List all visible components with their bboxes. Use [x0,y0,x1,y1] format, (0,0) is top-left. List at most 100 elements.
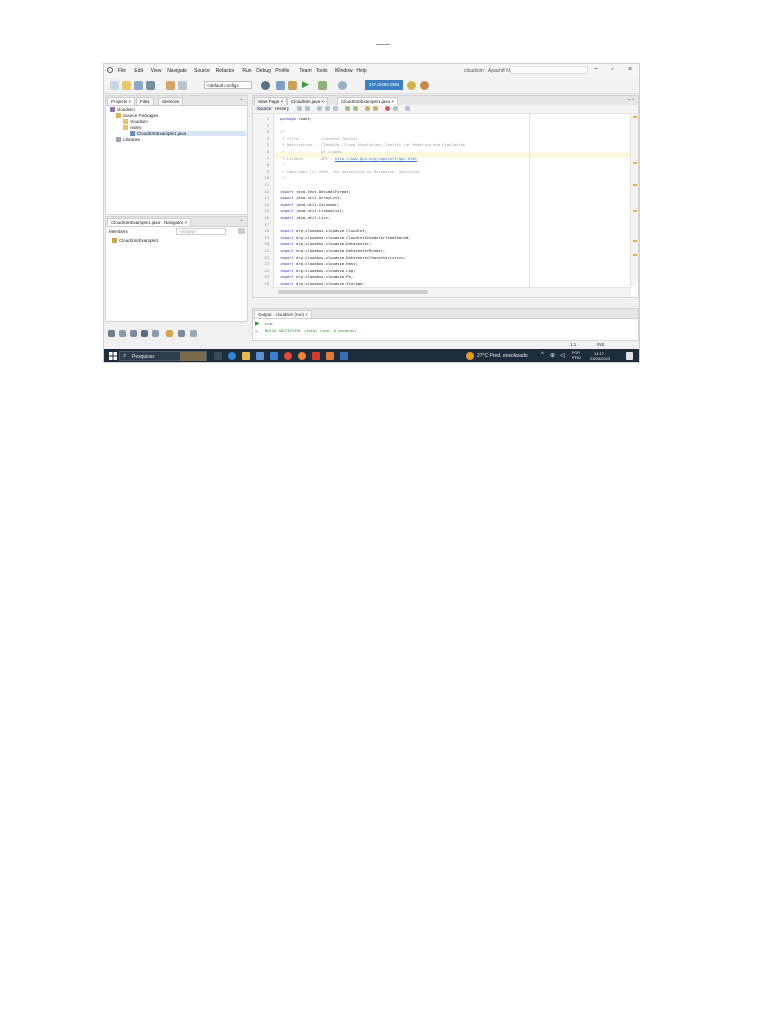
minimize-panel-icon[interactable]: − [240,218,243,224]
network-icon[interactable]: ⊕ [550,352,555,359]
quick-search-input[interactable] [510,66,588,74]
windows-start-icon[interactable] [109,352,117,360]
close-button[interactable]: × [628,66,632,73]
clean-build-icon[interactable] [288,81,297,90]
rerun-icon[interactable]: ▶ [255,320,260,327]
tree-item[interactable]: redes [123,125,141,131]
shift-line-icon[interactable] [353,106,358,111]
uncomment-icon[interactable] [373,106,378,111]
toggle-bookmark-icon[interactable] [345,106,350,111]
subtab-source[interactable]: Source [255,106,274,111]
maximize-button[interactable]: ▫ [611,66,613,73]
tool-8-icon[interactable] [190,330,197,337]
forward-icon[interactable] [305,106,310,111]
build-icon[interactable] [276,81,285,90]
tab-start-page[interactable]: Start Page × [254,97,288,105]
clock-date[interactable]: 23/03/2023 [590,356,610,361]
memory-indicator[interactable]: 247.0/486.0MB [365,80,403,90]
tab-files[interactable]: Files [136,97,154,105]
menu-profile[interactable]: Profile [275,68,289,74]
error-stripe-mark[interactable] [633,254,637,256]
tool-3-icon[interactable] [130,330,137,337]
menu-team[interactable]: Team [299,68,311,74]
find-icon[interactable] [317,106,322,111]
tab-navigator[interactable]: CloudSimExample1.java - Navigator × [107,218,192,226]
profile-icon[interactable] [338,81,347,90]
tool-1-icon[interactable] [108,330,115,337]
tree-item[interactable]: cloudsim [110,107,135,113]
undo-icon[interactable] [166,81,175,90]
error-stripe-mark[interactable] [633,210,637,212]
menu-file[interactable]: File [118,68,126,74]
config-select[interactable]: <default config> [204,81,252,89]
minimize-panel-icon[interactable]: − [240,97,243,103]
volume-icon[interactable]: ◁ [560,352,565,359]
back-icon[interactable] [297,106,302,111]
store-icon[interactable] [256,352,264,360]
tool-6-icon[interactable] [166,330,173,337]
insert-mode[interactable]: INS [597,342,605,347]
tool-2-icon[interactable] [119,330,126,337]
gc-2-icon[interactable] [420,81,429,90]
notifications-icon[interactable] [626,352,633,360]
menu-run[interactable]: Run [242,68,251,74]
netbeans-taskbar-icon[interactable] [326,352,334,360]
menu-edit[interactable]: Edit [134,68,143,74]
minimize-button[interactable]: − [594,66,598,73]
menu-tools[interactable]: Tools [316,68,328,74]
menu-source[interactable]: Source [194,68,210,74]
file-explorer-icon[interactable] [242,352,250,360]
globe-icon[interactable] [261,81,270,90]
open-project-icon[interactable] [134,81,143,90]
weather-text[interactable]: 27°C Pred. ensolarado [477,353,528,359]
menu-refactor[interactable]: Refactor [216,68,235,74]
edge-icon[interactable] [228,352,236,360]
vertical-scrollbar[interactable] [630,114,638,287]
view-options-icon[interactable] [238,228,245,234]
menu-debug[interactable]: Debug [256,68,271,74]
error-stripe-mark[interactable] [633,162,637,164]
tab-output[interactable]: Output - cloudsim (run) × [254,310,312,318]
horizontal-scrollbar[interactable] [273,287,631,297]
menu-view[interactable]: View [151,68,162,74]
code-link[interactable]: http://www.gnu.org/copyleft/gpl.html [335,156,417,161]
tab-cloudsim-java[interactable]: CloudSim.java × [287,97,328,105]
new-file-icon[interactable] [110,81,119,90]
filter-select[interactable]: <empty> [176,228,226,235]
debug-icon[interactable] [318,81,327,90]
mail-icon[interactable] [270,352,278,360]
tree-item[interactable]: Source Packages [116,113,158,119]
stop-macro-icon[interactable] [393,106,398,111]
save-all-icon[interactable] [146,81,155,90]
taskbar-search-box[interactable]: ⌕ Pesquisar [119,351,207,361]
app-icon[interactable] [340,352,348,360]
tab-projects[interactable]: Projects × [107,97,136,105]
error-stripe-mark[interactable] [633,116,637,118]
chrome-icon[interactable] [284,352,292,360]
tool-5-icon[interactable] [152,330,159,337]
language-indicator[interactable]: POR PTB2 [572,351,581,360]
subtab-history[interactable]: History [275,106,289,111]
tree-item[interactable]: cloudsim [123,119,148,125]
comment-icon[interactable] [365,106,370,111]
clock-time[interactable]: 14:17 [594,351,604,356]
firefox-icon[interactable] [298,352,306,360]
tree-item-selected[interactable]: CloudSimExample1.java [130,131,246,137]
tree-item[interactable]: Libraries [116,137,140,143]
tree-item[interactable]: CloudSimExample1 [112,238,159,244]
find-prev-icon[interactable] [325,106,330,111]
search-icon[interactable]: ⌕ [502,67,505,74]
diff-icon[interactable] [405,106,410,111]
tray-chevron-icon[interactable]: ^ [541,352,544,358]
error-stripe-mark[interactable] [633,240,637,242]
editor-window-controls[interactable]: − ▫ [628,97,634,103]
menu-help[interactable]: Help [356,68,366,74]
find-next-icon[interactable] [333,106,338,111]
scroll-thumb[interactable] [278,290,428,294]
menu-navigate[interactable]: Navigate [167,68,187,74]
redo-icon[interactable] [178,81,187,90]
tool-7-icon[interactable] [178,330,185,337]
gc-icon[interactable] [407,81,416,90]
menu-window[interactable]: Window [335,68,353,74]
record-macro-icon[interactable] [385,106,390,111]
